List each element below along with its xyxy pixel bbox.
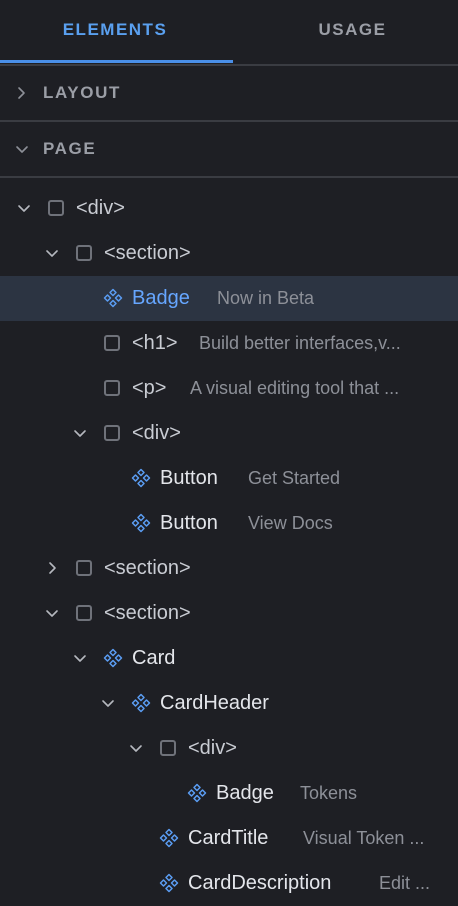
chevron-down-icon[interactable] — [127, 739, 145, 757]
tree-node-description: Get Started — [248, 468, 341, 488]
tree-row-card[interactable]: Card — [0, 636, 458, 681]
section-header-layout[interactable]: LAYOUT — [0, 66, 458, 120]
tree-node-name: Card — [132, 647, 176, 669]
tree-node-name: Badge — [216, 782, 274, 804]
tree-node-description: Visual Token ... — [303, 828, 425, 848]
chevron-down-icon[interactable] — [15, 199, 33, 217]
tree-node-description: Edit ... — [379, 873, 431, 893]
tree-row-p[interactable]: <p> A visual editing tool that ... — [0, 366, 458, 411]
section-label-layout: LAYOUT — [43, 83, 121, 102]
chevron-down-icon[interactable] — [71, 649, 89, 667]
tab-usage[interactable]: USAGE — [235, 0, 458, 62]
tree-row-badge[interactable]: Badge Tokens — [0, 771, 458, 816]
checkbox-icon — [104, 335, 120, 351]
divider — [0, 176, 458, 178]
component-diamond-icon — [131, 693, 151, 713]
tree-node-description: View Docs — [248, 513, 333, 533]
tree-node-name: <p> — [132, 377, 167, 399]
component-diamond-icon — [103, 648, 123, 668]
tree-node-name: <h1> — [132, 332, 178, 354]
chevron-down-icon[interactable] — [43, 604, 61, 622]
chevron-down-icon[interactable] — [43, 244, 61, 262]
tab-elements[interactable]: ELEMENTS — [0, 0, 230, 62]
component-diamond-icon — [103, 288, 123, 308]
component-diamond-icon — [131, 513, 151, 533]
checkbox-icon — [76, 605, 92, 621]
component-diamond-icon — [159, 873, 179, 893]
tree-row-card-description[interactable]: CardDescription Edit ... — [0, 861, 458, 906]
tree-row-section[interactable]: <section> — [0, 546, 458, 591]
checkbox-icon — [48, 200, 64, 216]
tree-node-description: A visual editing tool that ... — [190, 378, 400, 398]
tree-node-name: <section> — [104, 557, 191, 579]
tree-node-name: Badge — [132, 287, 190, 309]
checkbox-icon — [104, 425, 120, 441]
tree-node-name: <div> — [132, 422, 181, 444]
tree-row-section[interactable]: <section> — [0, 591, 458, 636]
tree-row-section[interactable]: <section> — [0, 231, 458, 276]
component-diamond-icon — [131, 468, 151, 488]
tree-node-name: CardDescription — [188, 872, 332, 894]
chevron-down-icon[interactable] — [99, 694, 117, 712]
component-diamond-icon — [159, 828, 179, 848]
tree-node-name: <div> — [76, 197, 125, 219]
checkbox-icon — [104, 380, 120, 396]
tree-node-description: Build better interfaces,v... — [199, 333, 401, 353]
tree-row-button[interactable]: Button Get Started — [0, 456, 458, 501]
tree-node-name: Button — [160, 467, 218, 489]
tree-row-div[interactable]: <div> — [0, 411, 458, 456]
tree-node-name: <div> — [188, 737, 237, 759]
chevron-right-icon[interactable] — [43, 559, 61, 577]
tree-row-button[interactable]: Button View Docs — [0, 501, 458, 546]
tree-row-card-header[interactable]: CardHeader — [0, 681, 458, 726]
section-header-page[interactable]: PAGE — [0, 122, 458, 176]
tree-row-div[interactable]: <div> — [0, 186, 458, 231]
chevron-down-icon[interactable] — [71, 424, 89, 442]
tree-node-name: CardTitle — [188, 827, 269, 849]
section-label-page: PAGE — [43, 139, 97, 158]
tree-node-name: CardHeader — [160, 692, 269, 714]
tree-row-h1[interactable]: <h1> Build better interfaces,v... — [0, 321, 458, 366]
tree-node-description: Now in Beta — [217, 288, 315, 308]
tree-node-name: <section> — [104, 602, 191, 624]
tree-row-card-title[interactable]: CardTitle Visual Token ... — [0, 816, 458, 861]
tree-row-div[interactable]: <div> — [0, 726, 458, 771]
tree-node-name: <section> — [104, 242, 191, 264]
active-tab-indicator — [0, 60, 233, 63]
tree-row-badge[interactable]: Badge Now in Beta — [0, 276, 458, 321]
tree-node-name: Button — [160, 512, 218, 534]
tree-node-description: Tokens — [300, 783, 358, 803]
chevron-down-icon — [16, 146, 28, 153]
checkbox-icon — [76, 560, 92, 576]
checkbox-icon — [160, 740, 176, 756]
checkbox-icon — [76, 245, 92, 261]
chevron-right-icon — [18, 87, 25, 99]
component-diamond-icon — [187, 783, 207, 803]
panel-tabs: ELEMENTS USAGE — [0, 0, 458, 64]
